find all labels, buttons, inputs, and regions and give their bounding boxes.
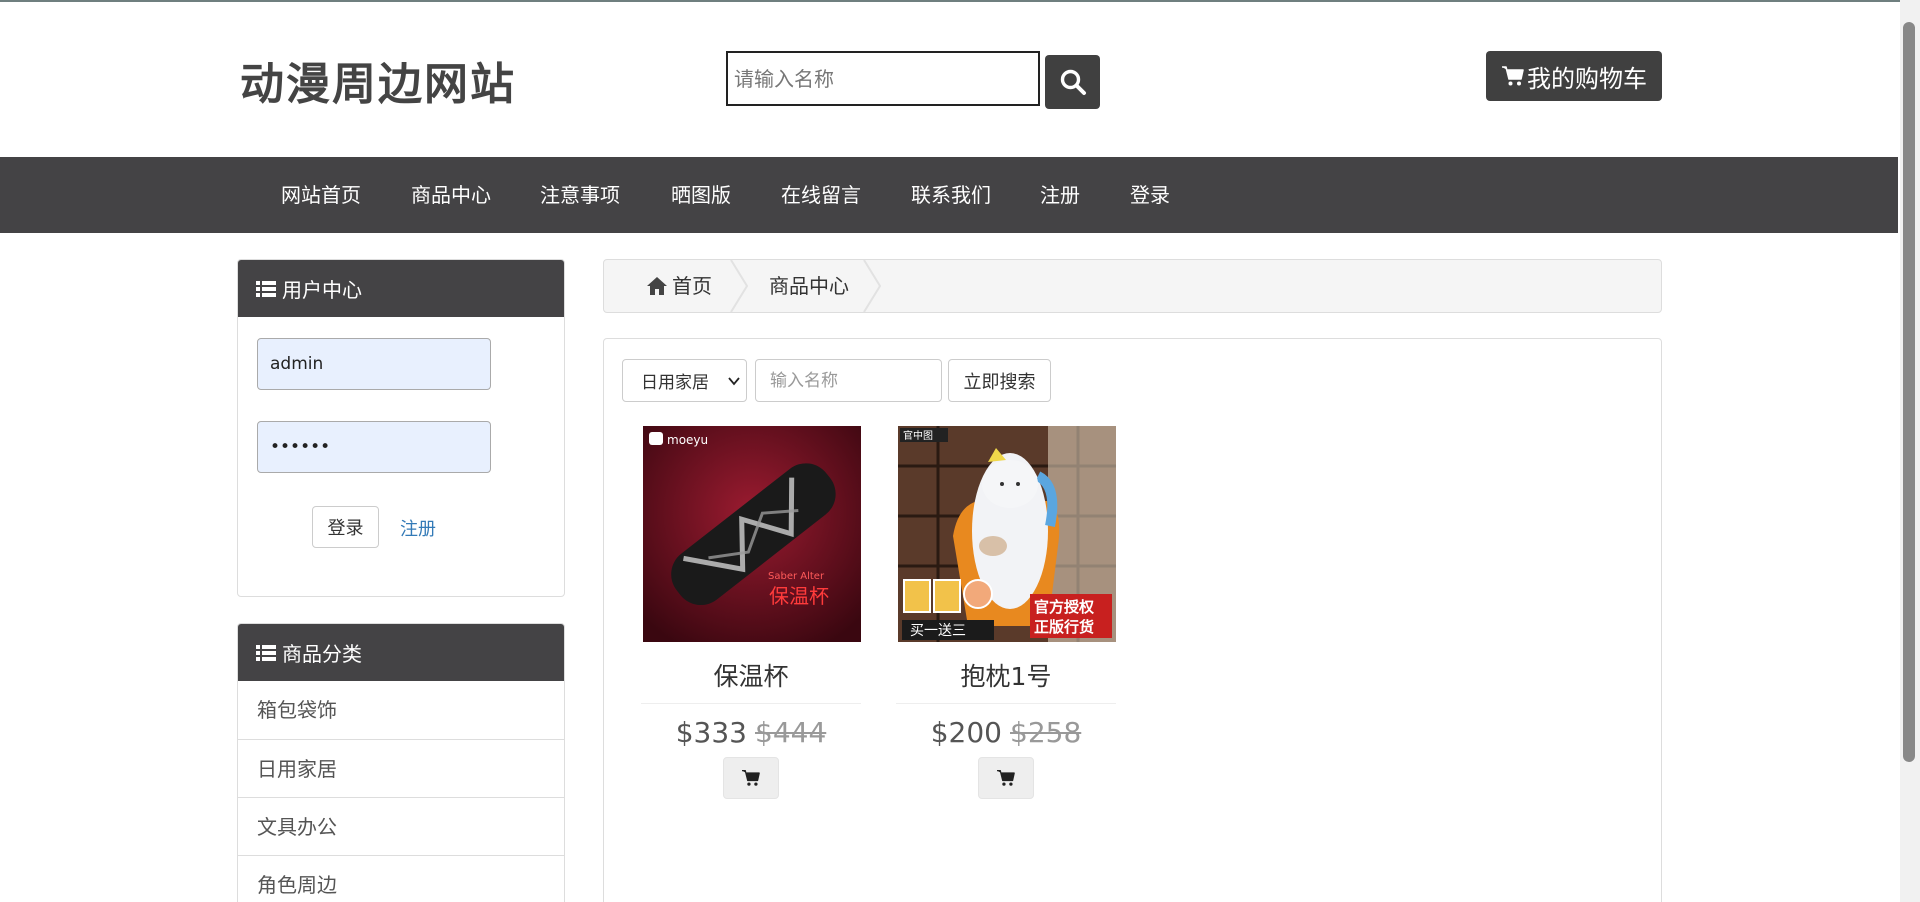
nav-login[interactable]: 登录 [1130, 157, 1170, 233]
breadcrumb-home-label: 首页 [672, 274, 712, 298]
nav-home[interactable]: 网站首页 [281, 157, 361, 233]
nav-notices[interactable]: 注意事项 [540, 157, 620, 233]
product-name[interactable]: 抱枕1号 [896, 657, 1116, 693]
category-header: 商品分类 [238, 624, 564, 681]
main-nav: 网站首页 商品中心 注意事项 晒图版 在线留言 联系我们 注册 登录 [0, 157, 1898, 233]
nav-photo-board[interactable]: 晒图版 [671, 157, 731, 233]
chevron-down-icon [728, 376, 740, 385]
page-scrollbar-thumb[interactable] [1903, 22, 1915, 762]
category-select-value: 日用家居 [641, 373, 709, 393]
price-row: $333 $444 [641, 716, 861, 749]
nav-contact[interactable]: 联系我们 [911, 157, 991, 233]
cart-icon [1502, 66, 1524, 86]
breadcrumb-home[interactable]: 首页 [646, 260, 712, 312]
list-icon [256, 644, 276, 661]
username-field[interactable] [257, 338, 491, 390]
image-promo-text: 买一送三 [910, 623, 966, 639]
site-title: 动漫周边网站 [240, 59, 516, 110]
user-center-title: 用户中心 [282, 278, 362, 302]
nav-products[interactable]: 商品中心 [411, 157, 491, 233]
cart-icon [742, 769, 760, 786]
password-field[interactable] [257, 421, 491, 473]
current-price: $333 [675, 716, 747, 749]
image-logo-text: 官中图 [903, 429, 933, 442]
category-item-home[interactable]: 日用家居 [238, 739, 564, 797]
user-center-panel: 用户中心 登录 注册 [237, 259, 565, 597]
search-button[interactable] [1045, 55, 1100, 109]
login-button[interactable]: 登录 [312, 506, 379, 548]
original-price: $444 [755, 716, 827, 749]
home-icon [647, 277, 667, 295]
breadcrumb-separator [863, 260, 882, 312]
add-to-cart-button[interactable] [723, 757, 779, 799]
current-price: $200 [930, 716, 1002, 749]
product-list-panel: 日用家居 立即搜索 moeyu Saber Alter 保温杯 [603, 338, 1662, 902]
product-divider [641, 703, 861, 704]
original-price: $258 [1010, 716, 1082, 749]
list-icon [256, 280, 276, 297]
product-image-thermos[interactable]: moeyu Saber Alter 保温杯 [642, 426, 861, 642]
image-badge-genuine: 正版行货 [1034, 618, 1094, 636]
cart-icon [997, 769, 1015, 786]
breadcrumb: 首页 商品中心 [603, 259, 1662, 313]
register-link[interactable]: 注册 [400, 515, 436, 541]
category-item-bags[interactable]: 箱包袋饰 [238, 681, 564, 739]
search-icon [1060, 69, 1086, 95]
product-image-pillow[interactable]: 官中图 官方授权 正版行货 买一送三 [897, 426, 1116, 642]
category-item-characters[interactable]: 角色周边 [238, 855, 564, 902]
add-to-cart-button[interactable] [978, 757, 1034, 799]
image-caption-2: 保温杯 [769, 584, 829, 608]
category-panel: 商品分类 箱包袋饰 日用家居 文具办公 角色周边 [237, 623, 565, 902]
category-item-stationery[interactable]: 文具办公 [238, 797, 564, 855]
image-badge-official: 官方授权 [1034, 598, 1095, 616]
price-row: $200 $258 [896, 716, 1116, 749]
category-title: 商品分类 [282, 642, 362, 666]
image-brand-text: moeyu [667, 433, 708, 447]
search-now-button[interactable]: 立即搜索 [948, 359, 1051, 402]
my-cart-button[interactable]: 我的购物车 [1486, 51, 1662, 101]
product-name[interactable]: 保温杯 [641, 657, 861, 693]
nav-messages[interactable]: 在线留言 [781, 157, 861, 233]
user-center-header: 用户中心 [238, 260, 564, 317]
nav-register[interactable]: 注册 [1040, 157, 1080, 233]
product-card: moeyu Saber Alter 保温杯 保温杯 $333 $444 [641, 426, 861, 799]
breadcrumb-current[interactable]: 商品中心 [769, 260, 849, 312]
breadcrumb-separator [730, 260, 749, 312]
product-card: 官中图 官方授权 正版行货 买一送三 抱枕1号 $200 $258 [896, 426, 1116, 799]
search-input[interactable] [726, 51, 1040, 106]
product-divider [896, 703, 1116, 704]
my-cart-label: 我的购物车 [1527, 64, 1647, 93]
top-border [0, 0, 1920, 2]
category-select[interactable]: 日用家居 [622, 359, 747, 402]
image-caption-1: Saber Alter [768, 571, 825, 582]
product-name-input[interactable] [755, 359, 942, 402]
